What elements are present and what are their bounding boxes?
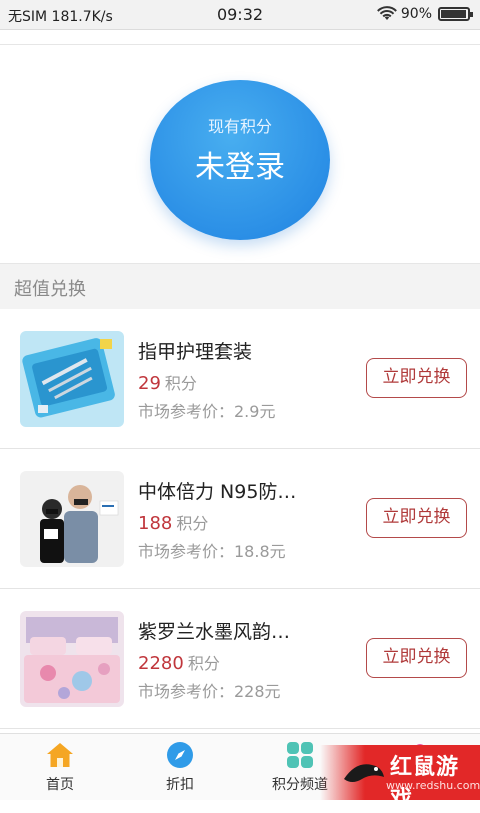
battery-tip	[470, 12, 473, 17]
wifi-icon	[376, 6, 397, 20]
battery-fill	[441, 10, 467, 18]
product-image-bedding-set[interactable]	[20, 611, 124, 707]
grid-icon	[287, 742, 313, 768]
product-points-value: 188	[138, 513, 173, 534]
product-points-unit: 积分	[164, 374, 197, 393]
battery-icon	[438, 7, 473, 21]
section-header: 超值兑换	[0, 263, 480, 309]
points-circle[interactable]: 现有积分 未登录	[150, 80, 330, 240]
tab-discount[interactable]: 折扣	[120, 734, 240, 801]
tab-home[interactable]: 首页	[0, 734, 120, 801]
product-image-n95-mask[interactable]	[20, 471, 124, 567]
compass-icon	[167, 742, 193, 768]
redeem-button[interactable]: 立即兑换	[366, 638, 467, 678]
product-row[interactable]: 中体倍力 N95防… 188 积分 市场参考价：18.8元 立即兑换	[0, 449, 480, 589]
home-icon	[47, 743, 73, 767]
product-row[interactable]: 指甲护理套装 29 积分 市场参考价：2.9元 立即兑换	[0, 309, 480, 449]
product-name: 紫罗兰水墨风韵…	[138, 621, 291, 643]
product-row[interactable]: 紫罗兰水墨风韵… 2280 积分 市场参考价：228元 立即兑换	[0, 589, 480, 729]
tab-label: 首页	[46, 777, 74, 793]
product-points-value: 2280	[138, 653, 184, 674]
watermark-url: www.redshu.com	[386, 779, 480, 792]
redeem-button[interactable]: 立即兑换	[366, 498, 467, 538]
redeem-button[interactable]: 立即兑换	[366, 358, 467, 398]
product-points-unit: 积分	[176, 514, 209, 533]
battery-percent: 90%	[400, 6, 432, 22]
product-name: 指甲护理套装	[138, 341, 253, 363]
product-points: 188 积分	[138, 510, 208, 534]
product-market-price: 市场参考价：228元	[138, 682, 281, 701]
product-market-price: 市场参考价：18.8元	[138, 542, 286, 561]
mouse-logo-icon	[344, 764, 384, 782]
product-points: 2280 积分	[138, 650, 220, 674]
product-name: 中体倍力 N95防…	[138, 481, 297, 503]
product-market-price: 市场参考价：2.9元	[138, 402, 276, 421]
product-image-nail-kit[interactable]	[20, 331, 124, 427]
top-divider	[0, 44, 480, 45]
section-title: 超值兑换	[14, 279, 86, 300]
product-points-unit: 积分	[187, 654, 220, 673]
tab-label: 折扣	[166, 777, 194, 793]
status-bar: 无SIM 181.7K/s 09:32 90%	[0, 0, 480, 30]
watermark: 红鼠游戏 www.redshu.com	[320, 745, 480, 812]
status-right: 90%	[376, 6, 473, 22]
points-value: 未登录	[195, 150, 285, 185]
product-points: 29 积分	[138, 370, 197, 394]
product-points-value: 29	[138, 373, 161, 394]
points-label: 现有积分	[207, 117, 272, 136]
